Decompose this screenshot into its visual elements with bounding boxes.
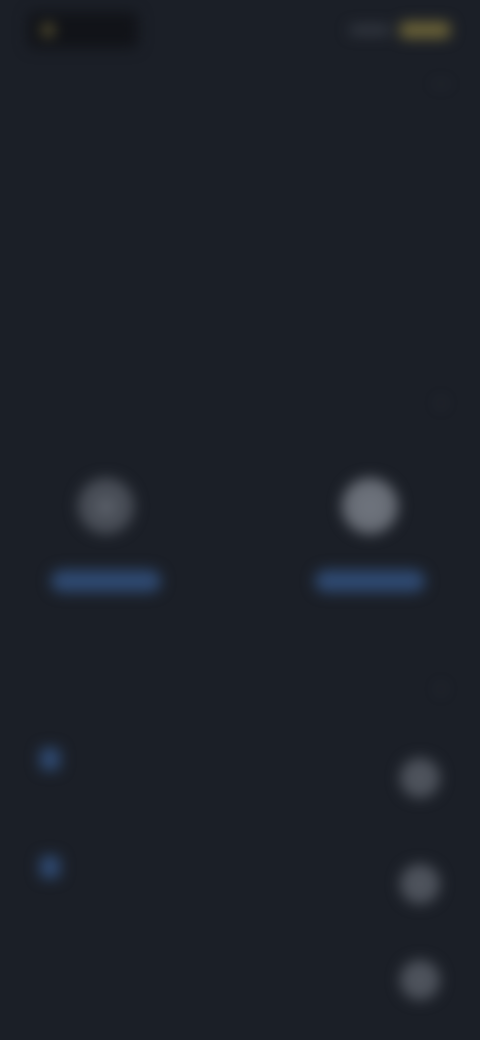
- row-toggle-button[interactable]: [400, 960, 440, 1000]
- row-toggle-button[interactable]: [400, 864, 440, 904]
- row-badge: [40, 856, 60, 878]
- profile-card-left: ●: [36, 478, 176, 596]
- list-item[interactable]: [40, 856, 440, 936]
- blurred-content: ⋯ › ● ● ›: [0, 0, 480, 1040]
- status-bar: [0, 0, 480, 56]
- list-item[interactable]: [40, 748, 440, 828]
- user-icon: ●: [342, 478, 398, 534]
- app-screen: ⋯ › ● ● ›: [0, 0, 480, 1040]
- status-icons: [350, 22, 450, 38]
- chevron-right-icon[interactable]: ›: [438, 392, 444, 413]
- chevron-right-icon[interactable]: ›: [438, 678, 444, 699]
- battery-icon: [400, 22, 450, 38]
- profile-card-right: ●: [300, 478, 440, 596]
- profile-action-button[interactable]: [51, 570, 161, 592]
- signal-icon: [350, 26, 390, 34]
- list-item[interactable]: [40, 958, 440, 1038]
- more-icon[interactable]: ⋯: [432, 74, 450, 95]
- record-dot-icon: [42, 24, 54, 36]
- user-icon: ●: [78, 478, 134, 534]
- row-badge: [40, 748, 60, 770]
- status-indicator: [28, 12, 138, 48]
- row-toggle-button[interactable]: [400, 758, 440, 798]
- profile-action-button[interactable]: [315, 570, 425, 592]
